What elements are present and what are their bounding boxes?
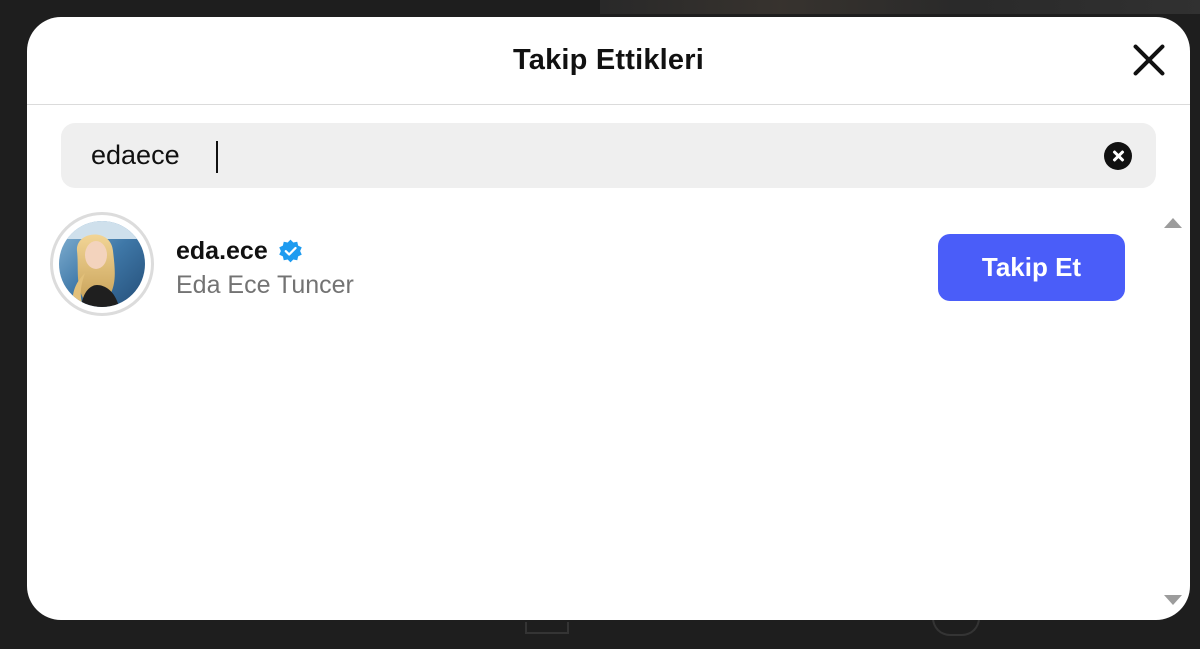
username-line[interactable]: eda.ece — [176, 235, 303, 267]
avatar-image — [59, 221, 145, 307]
background-content-strip — [600, 0, 1200, 14]
scroll-up-arrow-icon[interactable] — [1164, 218, 1182, 228]
following-dialog: Takip Ettikleri edaece eda.ece Eda Ece T… — [27, 17, 1190, 620]
full-name: Eda Ece Tuncer — [176, 271, 354, 299]
follow-button[interactable]: Takip Et — [938, 234, 1125, 301]
verified-badge-icon — [278, 239, 303, 264]
scroll-down-arrow-icon[interactable] — [1164, 595, 1182, 605]
username[interactable]: eda.ece — [176, 237, 268, 266]
clear-search-icon[interactable] — [1104, 142, 1132, 170]
text-caret — [216, 141, 218, 173]
search-input[interactable] — [91, 123, 1071, 188]
background-grid-icon — [525, 622, 569, 634]
search-box — [61, 123, 1156, 188]
scrollbar[interactable] — [1158, 210, 1184, 615]
dialog-header: Takip Ettikleri — [27, 17, 1190, 105]
close-icon[interactable] — [1130, 41, 1168, 79]
dialog-title: Takip Ettikleri — [512, 44, 705, 76]
background-circle-icon — [932, 618, 980, 636]
avatar[interactable] — [50, 212, 154, 316]
